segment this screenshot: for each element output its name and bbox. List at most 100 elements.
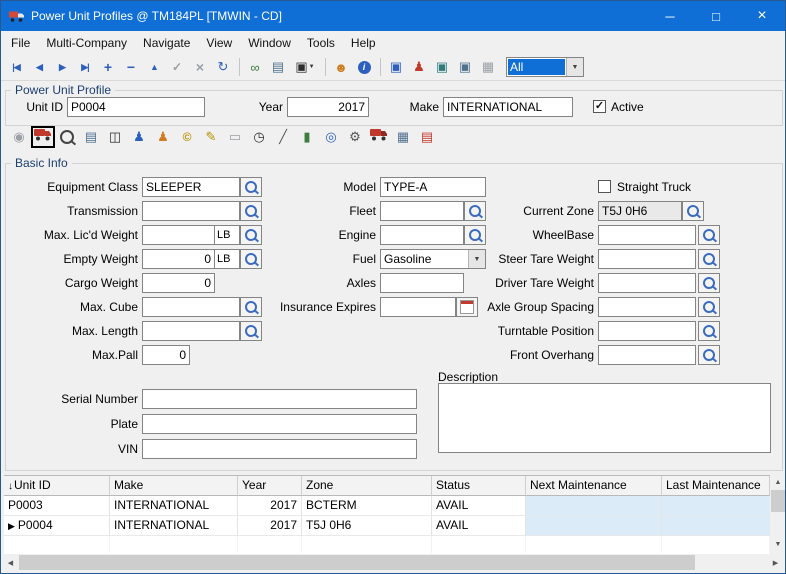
column-header-year[interactable]: Year bbox=[238, 476, 302, 496]
power-unit-button[interactable] bbox=[31, 126, 55, 148]
bottle-button[interactable]: ▮ bbox=[295, 126, 319, 148]
cell-last-maintenance[interactable] bbox=[662, 496, 770, 516]
steer-tare-weight-lookup-button[interactable] bbox=[698, 249, 720, 269]
cargo-weight-input[interactable] bbox=[142, 273, 215, 293]
column-header-zone[interactable]: Zone bbox=[302, 476, 432, 496]
cell-status[interactable]: AVAIL bbox=[432, 496, 526, 516]
serial-number-input[interactable] bbox=[142, 389, 417, 409]
cell-next-maintenance[interactable] bbox=[526, 496, 662, 516]
column-header-make[interactable]: Make bbox=[110, 476, 238, 496]
grid-vertical-scrollbar[interactable]: ▲ ▼ bbox=[770, 475, 786, 552]
flask-button[interactable]: ◫ bbox=[103, 126, 127, 148]
cell-next-maintenance[interactable] bbox=[526, 516, 662, 536]
driver-button[interactable]: ♟ bbox=[127, 126, 151, 148]
insert-record-button[interactable]: + bbox=[97, 56, 119, 78]
make-input[interactable] bbox=[443, 97, 573, 117]
pen-button[interactable]: ╱ bbox=[271, 126, 295, 148]
cell-unit-id[interactable]: P0003 bbox=[4, 496, 110, 516]
team-button[interactable]: ♟ bbox=[151, 126, 175, 148]
delete-record-button[interactable]: − bbox=[120, 56, 142, 78]
cell-year[interactable]: 2017 bbox=[238, 496, 302, 516]
next-record-button[interactable]: ▶ bbox=[51, 56, 73, 78]
max-pall-input[interactable] bbox=[142, 345, 190, 365]
grid-horizontal-scrollbar[interactable]: ◀ ▶ bbox=[2, 554, 784, 571]
menu-window[interactable]: Window bbox=[240, 33, 299, 53]
year-input[interactable] bbox=[287, 97, 369, 117]
window-user-button[interactable]: ▣ bbox=[431, 56, 453, 78]
max-length-input[interactable] bbox=[142, 321, 240, 341]
search-button[interactable] bbox=[55, 126, 79, 148]
vin-input[interactable] bbox=[142, 439, 417, 459]
cell-status[interactable]: AVAIL bbox=[432, 516, 526, 536]
find-button[interactable]: ∞ bbox=[244, 56, 266, 78]
description-textarea[interactable] bbox=[438, 383, 771, 453]
unit-id-input[interactable] bbox=[67, 97, 205, 117]
column-header-next-maintenance[interactable]: Next Maintenance bbox=[526, 476, 662, 496]
active-checkbox[interactable]: ✓ bbox=[593, 100, 606, 113]
cell-make[interactable]: INTERNATIONAL bbox=[110, 496, 238, 516]
max-length-lookup-button[interactable] bbox=[240, 321, 262, 341]
scroll-up-button[interactable]: ▲ bbox=[770, 475, 786, 490]
prior-record-button[interactable]: ◀ bbox=[28, 56, 50, 78]
edit-record-button[interactable]: ▲ bbox=[143, 56, 165, 78]
cell-zone[interactable]: T5J 0H6 bbox=[302, 516, 432, 536]
feedback-button[interactable]: ☻ bbox=[330, 56, 352, 78]
truck-button[interactable] bbox=[367, 126, 391, 148]
current-zone-lookup-button[interactable] bbox=[682, 201, 704, 221]
cell-last-maintenance[interactable] bbox=[662, 516, 770, 536]
column-header-status[interactable]: Status bbox=[432, 476, 526, 496]
axles-input[interactable] bbox=[380, 273, 464, 293]
chevron-down-icon[interactable]: ▼ bbox=[566, 58, 583, 76]
transmission-input[interactable] bbox=[142, 201, 240, 221]
pencil-button[interactable]: ✎ bbox=[199, 126, 223, 148]
window-button[interactable]: ▣ bbox=[385, 56, 407, 78]
max-licd-weight-input[interactable] bbox=[142, 225, 215, 245]
gear-button[interactable]: ⚙ bbox=[343, 126, 367, 148]
steer-tare-weight-input[interactable] bbox=[598, 249, 696, 269]
straight-truck-checkbox[interactable] bbox=[598, 180, 611, 193]
last-record-button[interactable]: ▶| bbox=[74, 56, 96, 78]
horizontal-scroll-thumb[interactable] bbox=[19, 555, 695, 570]
front-overhang-input[interactable] bbox=[598, 345, 696, 365]
fleet-input[interactable] bbox=[380, 201, 464, 221]
cell-make[interactable]: INTERNATIONAL bbox=[110, 516, 238, 536]
camera-button[interactable]: ◉ bbox=[7, 126, 31, 148]
menu-file[interactable]: File bbox=[3, 33, 38, 53]
records-button[interactable]: ▦ bbox=[477, 56, 499, 78]
horizontal-scroll-track[interactable] bbox=[19, 554, 767, 571]
vertical-scroll-track[interactable] bbox=[770, 490, 786, 537]
menu-tools[interactable]: Tools bbox=[299, 33, 343, 53]
user-button[interactable]: ♟ bbox=[408, 56, 430, 78]
engine-input[interactable] bbox=[380, 225, 464, 245]
table-row[interactable]: P0003 INTERNATIONAL 2017 BCTERM AVAIL bbox=[4, 496, 770, 516]
axle-group-spacing-input[interactable] bbox=[598, 297, 696, 317]
turntable-position-input[interactable] bbox=[598, 321, 696, 341]
cancel-edit-button[interactable]: × bbox=[189, 56, 211, 78]
front-overhang-lookup-button[interactable] bbox=[698, 345, 720, 365]
stopwatch-button[interactable]: ◷ bbox=[247, 126, 271, 148]
menu-view[interactable]: View bbox=[198, 33, 240, 53]
cell-year[interactable]: 2017 bbox=[238, 516, 302, 536]
scroll-left-button[interactable]: ◀ bbox=[2, 554, 19, 571]
driver-tare-weight-lookup-button[interactable] bbox=[698, 273, 720, 293]
wheelbase-input[interactable] bbox=[598, 225, 696, 245]
eraser-button[interactable]: ▭ bbox=[223, 126, 247, 148]
model-input[interactable] bbox=[380, 177, 486, 197]
plate-input[interactable] bbox=[142, 414, 417, 434]
current-zone-input[interactable] bbox=[598, 201, 682, 221]
grid-button[interactable]: ▦ bbox=[391, 126, 415, 148]
refresh-button[interactable]: ↻ bbox=[212, 56, 234, 78]
minimize-button[interactable]: ─ bbox=[647, 1, 693, 31]
wheelbase-lookup-button[interactable] bbox=[698, 225, 720, 245]
maximize-button[interactable]: □ bbox=[693, 1, 739, 31]
scroll-right-button[interactable]: ▶ bbox=[767, 554, 784, 571]
post-edit-button[interactable]: ✓ bbox=[166, 56, 188, 78]
close-button[interactable]: × bbox=[739, 1, 785, 31]
info-button[interactable]: i bbox=[353, 56, 375, 78]
axle-group-spacing-lookup-button[interactable] bbox=[698, 297, 720, 317]
report-button[interactable]: ▤ bbox=[415, 126, 439, 148]
cell-zone[interactable]: BCTERM bbox=[302, 496, 432, 516]
column-header-last-maintenance[interactable]: Last Maintenance bbox=[662, 476, 770, 496]
max-cube-input[interactable] bbox=[142, 297, 240, 317]
finance-button[interactable]: © bbox=[175, 126, 199, 148]
